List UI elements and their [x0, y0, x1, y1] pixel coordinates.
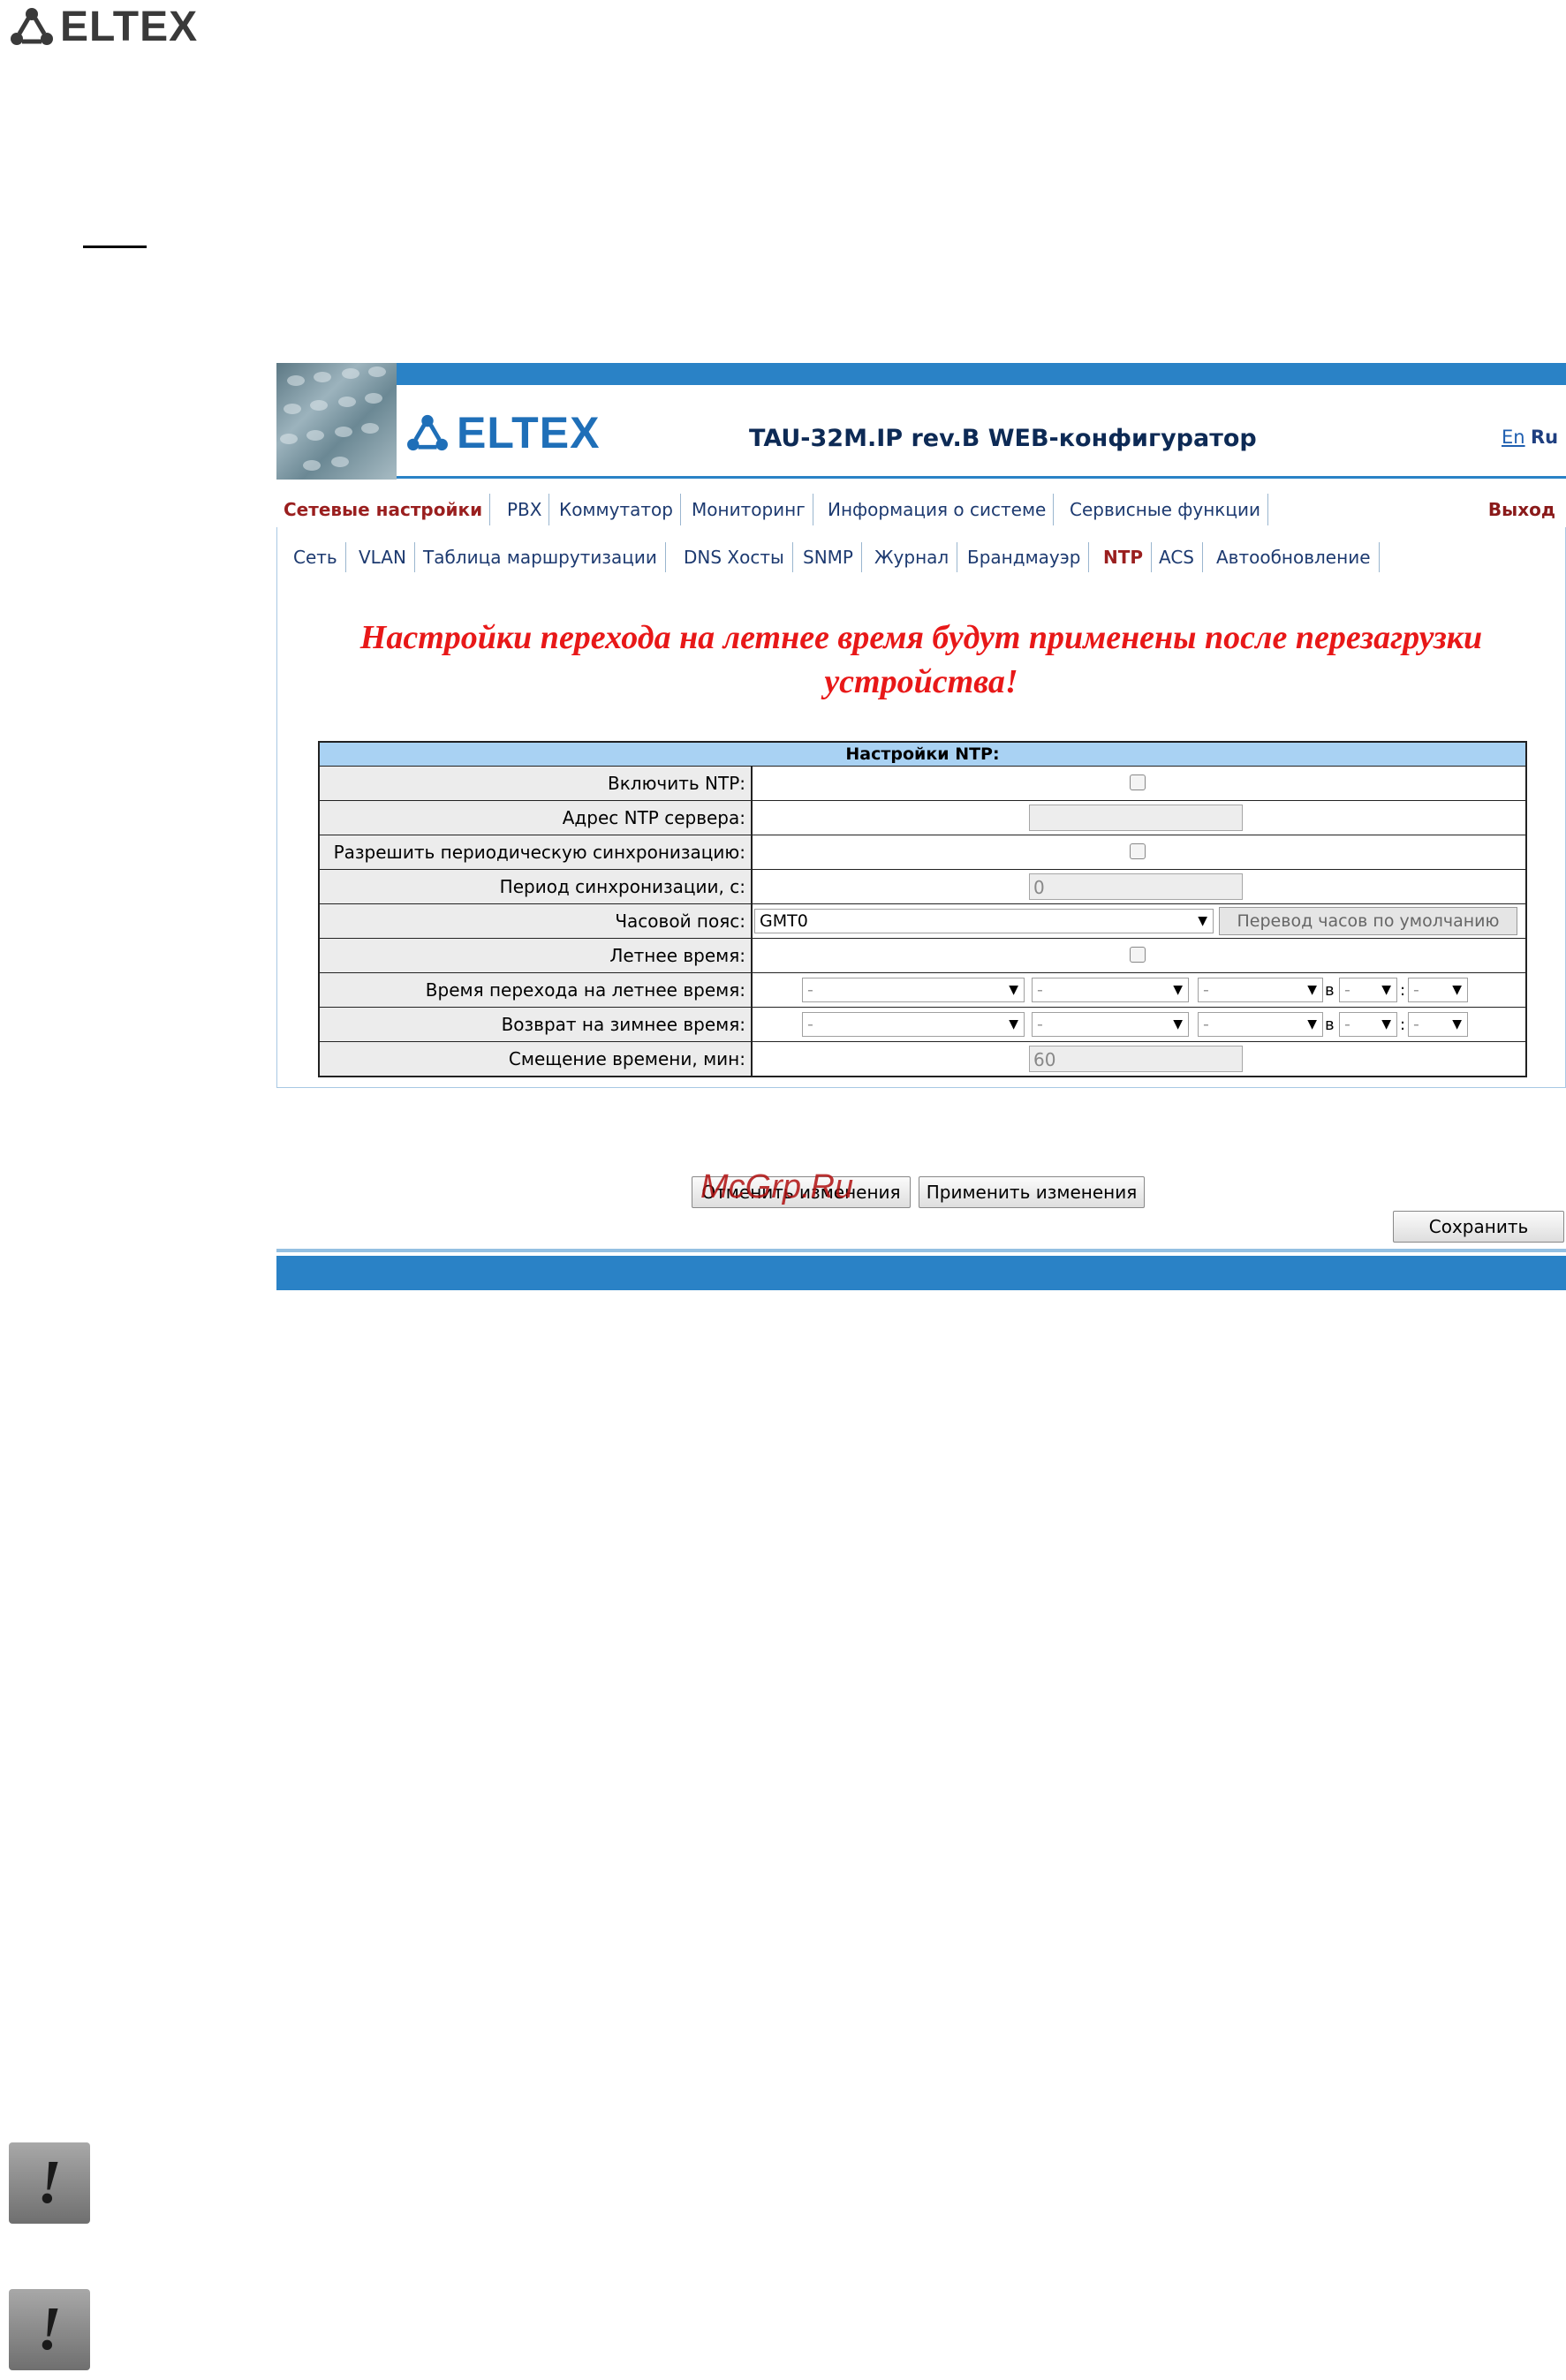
app-title: TAU-32M.IP rev.B WEB-конфигуратор — [749, 425, 1257, 452]
ntp-settings-table: Настройки NTP: Включить NTP: Адрес NTP с… — [318, 741, 1527, 1077]
subtab-network[interactable]: Сеть — [285, 542, 346, 572]
periodic-sync-label: Разрешить периодическую синхронизацию: — [320, 835, 753, 869]
apply-changes-button[interactable]: Применить изменения — [919, 1176, 1145, 1208]
subtab-log[interactable]: Журнал — [866, 542, 958, 572]
dst-checkbox[interactable] — [1130, 947, 1146, 963]
header-line — [397, 476, 1566, 479]
dst-start-day-select[interactable]: - ▼ — [1032, 978, 1189, 1002]
ntp-enable-label: Включить NTP: — [320, 767, 753, 800]
dst-end-row: Возврат на зимнее время: - ▼ - ▼ - ▼ в - ▼ :… — [320, 1008, 1525, 1042]
subtab-dns-hosts[interactable]: DNS Хосты — [676, 542, 793, 572]
ntp-enable-checkbox[interactable] — [1130, 774, 1146, 790]
dst-end-colon: : — [1400, 1016, 1406, 1034]
dst-start-hour-select[interactable]: - ▼ — [1339, 978, 1397, 1002]
ntp-server-label: Адрес NTP сервера: — [320, 801, 753, 835]
tab-switch[interactable]: Коммутатор — [552, 494, 681, 525]
exit-link[interactable]: Выход — [1488, 494, 1555, 525]
subtab-acs[interactable]: ACS — [1151, 542, 1203, 572]
dst-end-day-select[interactable]: - ▼ — [1032, 1012, 1189, 1037]
dst-end-month-select[interactable]: - ▼ — [1198, 1012, 1323, 1037]
timezone-select[interactable]: GMT0 ▼ — [754, 909, 1214, 933]
subtab-ntp[interactable]: NTP — [1095, 542, 1153, 572]
footer-band — [276, 1256, 1566, 1290]
tab-pbx[interactable]: PBX — [500, 494, 550, 525]
web-configurator-screenshot: ELTEX TAU-32M.IP rev.B WEB-конфигуратор … — [276, 363, 1566, 1290]
dropdown-arrow-icon: ▼ — [1198, 914, 1207, 928]
app-logo: ELTEX — [405, 407, 600, 458]
save-button[interactable]: Сохранить — [1393, 1211, 1564, 1243]
tab-monitoring[interactable]: Мониторинг — [685, 494, 813, 525]
time-offset-label: Смещение времени, мин: — [320, 1042, 753, 1076]
timezone-row: Часовой пояс: GMT0 ▼ Перевод часов по ум… — [320, 904, 1525, 939]
subtab-auto-update[interactable]: Автообновление — [1208, 542, 1380, 572]
ntp-server-row: Адрес NTP сервера: — [320, 801, 1525, 835]
subtab-firewall[interactable]: Брандмауэр — [959, 542, 1090, 572]
ntp-server-input[interactable] — [1029, 805, 1243, 831]
time-offset-row: Смещение времени, мин: 60 — [320, 1042, 1525, 1076]
ntp-table-header: Настройки NTP: — [320, 743, 1525, 767]
time-offset-input[interactable]: 60 — [1029, 1046, 1243, 1072]
default-clock-button[interactable]: Перевод часов по умолчанию — [1219, 907, 1517, 935]
dst-end-minute-select[interactable]: - ▼ — [1408, 1012, 1468, 1037]
ntp-enable-row: Включить NTP: — [320, 767, 1525, 801]
language-en-link[interactable]: En — [1502, 427, 1525, 448]
dst-start-colon: : — [1400, 981, 1406, 1000]
periodic-sync-row: Разрешить периодическую синхронизацию: — [320, 835, 1525, 870]
dst-start-at-label: в — [1325, 981, 1335, 1000]
dst-warning-text: Настройки перехода на летнее время будут… — [359, 619, 1483, 700]
tab-system-info[interactable]: Информация о системе — [821, 494, 1055, 525]
language-ru-link[interactable]: Ru — [1531, 427, 1558, 448]
document-logo: ELTEX — [9, 3, 199, 50]
timezone-value: GMT0 — [760, 911, 808, 931]
periodic-sync-checkbox[interactable] — [1130, 843, 1146, 859]
document-logo-text: ELTEX — [60, 3, 199, 50]
dst-end-week-select[interactable]: - ▼ — [802, 1012, 1025, 1037]
dst-start-minute-select[interactable]: - ▼ — [1408, 978, 1468, 1002]
subtab-vlan[interactable]: VLAN — [351, 542, 415, 572]
dst-start-label: Время перехода на летнее время: — [320, 973, 753, 1007]
dst-end-label: Возврат на зимнее время: — [320, 1008, 753, 1041]
watermark: McGrp.Ru — [700, 1168, 854, 1205]
dst-end-at-label: в — [1325, 1016, 1335, 1034]
timezone-label: Часовой пояс: — [320, 904, 753, 938]
eltex-logo-icon — [407, 414, 448, 451]
sync-period-input[interactable]: 0 — [1029, 873, 1243, 900]
sub-tabs: Сеть VLAN Таблица маршрутизации DNS Хост… — [276, 542, 1566, 576]
dst-start-row: Время перехода на летнее время: - ▼ - ▼ - ▼… — [320, 973, 1525, 1008]
section-underline — [83, 246, 147, 248]
sync-period-label: Период синхронизации, с: — [320, 870, 753, 903]
dst-start-month-select[interactable]: - ▼ — [1198, 978, 1323, 1002]
warning-exclamation-icon: ! — [9, 2289, 90, 2370]
subtab-snmp[interactable]: SNMP — [795, 542, 862, 572]
dst-label: Летнее время: — [320, 939, 753, 972]
warning-exclamation-icon: ! — [9, 2142, 90, 2224]
eltex-logo-icon — [11, 8, 53, 45]
dst-start-week-select[interactable]: - ▼ — [802, 978, 1025, 1002]
sync-period-row: Период синхронизации, с: 0 — [320, 870, 1525, 904]
keypad-image-icon — [280, 366, 386, 471]
subtab-routing-table[interactable]: Таблица маршрутизации — [415, 542, 666, 572]
header-photo — [276, 363, 397, 480]
main-tabs: Сетевые настройки PBX Коммутатор Монитор… — [276, 494, 1566, 525]
footer-line — [276, 1249, 1566, 1252]
dst-end-hour-select[interactable]: - ▼ — [1339, 1012, 1397, 1037]
dst-row: Летнее время: — [320, 939, 1525, 973]
app-logo-text: ELTEX — [457, 408, 601, 457]
header-band — [276, 363, 1566, 385]
tab-network-settings[interactable]: Сетевые настройки — [276, 494, 491, 525]
tab-service-functions[interactable]: Сервисные функции — [1063, 494, 1268, 525]
